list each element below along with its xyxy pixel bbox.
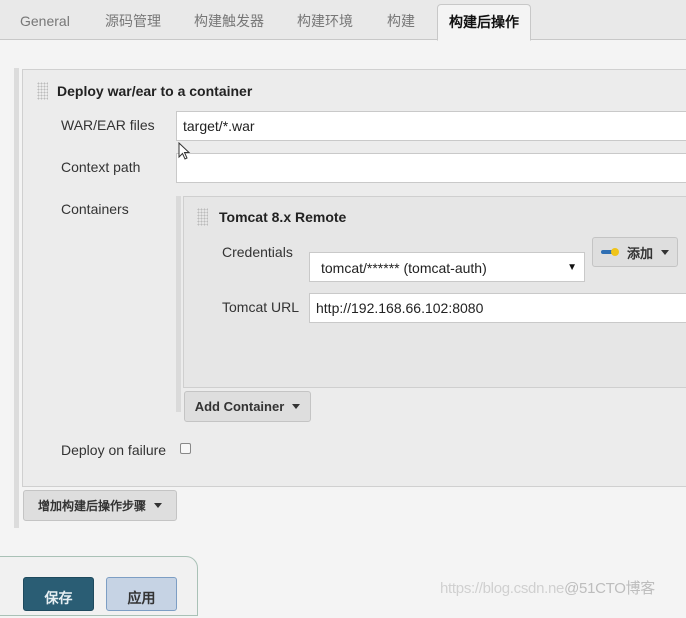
save-button[interactable]: 保存 [23,577,94,611]
containers-stripe [176,196,181,412]
deploy-block-title: Deploy war/ear to a container [57,83,253,99]
tab-post-build-actions[interactable]: 构建后操作 [437,4,531,41]
key-icon [600,248,619,256]
drag-handle-icon[interactable] [197,208,208,226]
watermark-url: https://blog.csdn.ne [440,580,565,597]
tab-build[interactable]: 构建 [377,4,425,40]
chevron-down-icon [661,249,669,255]
deploy-on-failure-label: Deploy on failure [61,442,167,458]
tomcat-block-title: Tomcat 8.x Remote [219,209,347,225]
credentials-select[interactable]: tomcat/****** (tomcat-auth) ▼ [309,252,585,282]
chevron-down-icon [292,404,301,409]
tab-build-triggers[interactable]: 构建触发器 [184,4,274,40]
context-path-label: Context path [61,159,141,175]
mouse-cursor-icon [178,142,191,160]
deploy-on-failure-checkbox[interactable] [180,443,191,454]
war-files-label: WAR/EAR files [61,117,155,133]
tab-bar: General 源码管理 构建触发器 构建环境 构建 构建后操作 [0,0,686,41]
credentials-selected-value: tomcat/****** (tomcat-auth) [321,260,487,276]
tomcat-url-label: Tomcat URL [222,299,300,315]
tab-source-control[interactable]: 源码管理 [95,4,171,40]
tab-build-environment[interactable]: 构建环境 [287,4,363,40]
add-post-build-step-label: 增加构建后操作步骤 [37,499,146,513]
tab-general[interactable]: General [10,4,80,40]
credentials-label: Credentials [222,244,293,260]
tomcat-url-input[interactable]: http://192.168.66.102:8080 [309,293,686,323]
add-container-label: Add Container [194,399,285,414]
add-credentials-button[interactable]: 添加 [592,237,678,267]
war-files-input[interactable]: target/*.war [176,111,686,141]
add-post-build-step-button[interactable]: 增加构建后操作步骤 [23,490,177,521]
dropdown-arrow-icon: ▼ [567,262,577,273]
watermark-brand: @51CTO博客 [564,580,655,597]
apply-button[interactable]: 应用 [106,577,177,611]
watermark: https://blog.csdn.ne@51CTO博客 [440,577,655,598]
containers-label: Containers [61,201,129,217]
chevron-down-icon [154,503,162,508]
add-credentials-label: 添加 [626,245,653,261]
add-container-button[interactable]: Add Container [184,391,311,422]
drag-handle-icon[interactable] [37,82,48,100]
context-path-input[interactable] [176,153,686,183]
